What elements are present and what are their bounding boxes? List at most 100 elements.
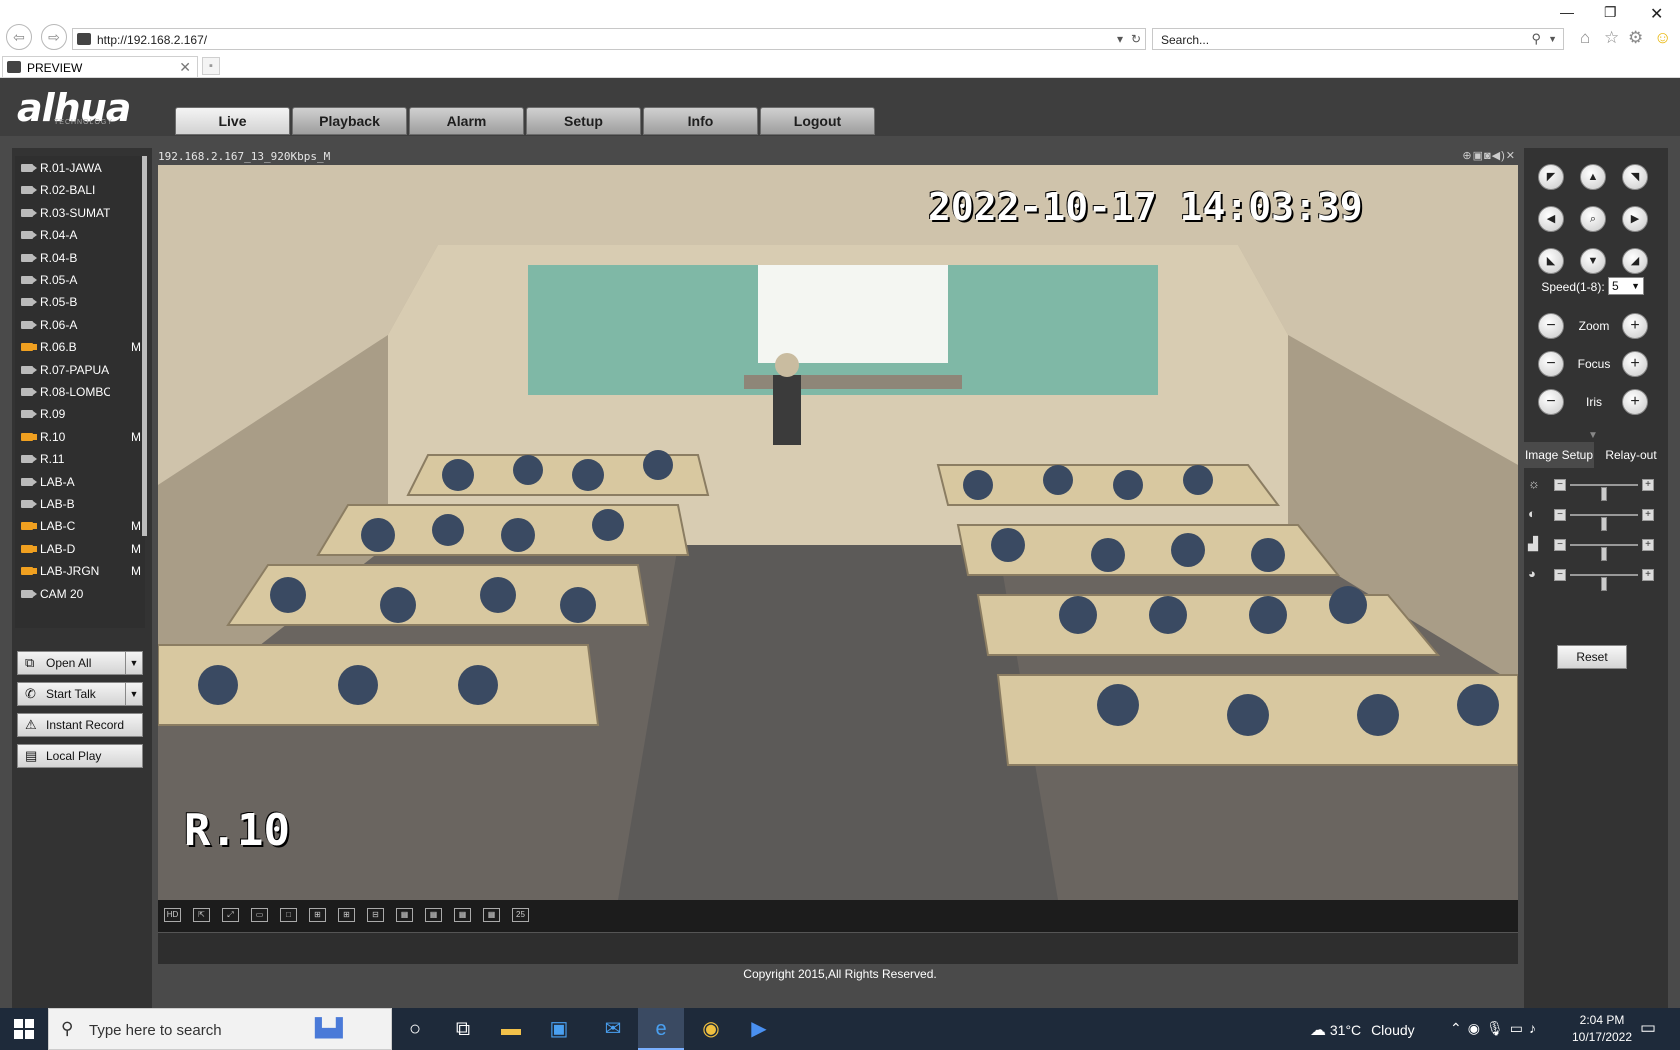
brightness-plus-button[interactable]: + (1642, 479, 1654, 491)
camera-list-item[interactable]: R.11 (19, 449, 145, 469)
saturation-minus-button[interactable]: − (1554, 539, 1566, 551)
contrast-slider[interactable] (1570, 514, 1638, 531)
tab-logout[interactable]: Logout (760, 107, 875, 135)
iris-plus-button[interactable]: + (1622, 389, 1648, 415)
camera-list-scrollbar[interactable] (142, 156, 147, 536)
tab-relay-out[interactable]: Relay-out (1596, 442, 1666, 468)
camera-list-item[interactable]: R.03-SUMATE (19, 203, 145, 223)
iris-minus-button[interactable]: − (1538, 389, 1564, 415)
record-icon[interactable]: ◉ (1468, 1020, 1486, 1036)
tab-alarm[interactable]: Alarm (409, 107, 524, 135)
fit-icon[interactable]: ⇱ (193, 908, 210, 922)
ptz-down-left-icon[interactable]: ◣ (1538, 248, 1564, 274)
saturation-thumb[interactable] (1601, 547, 1607, 561)
contrast-plus-button[interactable]: + (1642, 509, 1654, 521)
brightness-minus-button[interactable]: − (1554, 479, 1566, 491)
cortana-icon[interactable]: ○ (392, 1008, 438, 1050)
speed-select[interactable]: 5 ▼ (1608, 277, 1644, 295)
refresh-icon[interactable]: ↻ (1131, 32, 1141, 46)
volume-icon[interactable]: ♪ (1529, 1020, 1542, 1036)
camera-list-item[interactable]: R.04-B (19, 248, 145, 268)
camera-list-item[interactable]: R.06.B M (19, 337, 145, 357)
live-video-feed[interactable]: 2022-10-17 14:03:39 R.10 (158, 165, 1518, 900)
fullscreen-icon[interactable]: ⤢ (222, 908, 239, 922)
smiley-feedback-icon[interactable]: ☺ (1654, 28, 1671, 48)
open-all-dropdown-icon[interactable]: ▼ (125, 652, 142, 674)
focus-plus-button[interactable]: + (1622, 351, 1648, 377)
layout-9-icon[interactable]: ▦ (396, 908, 413, 922)
layout-4-icon[interactable]: ⊞ (309, 908, 326, 922)
weather-widget[interactable]: ☁ 31°C Cloudy (1310, 1020, 1415, 1040)
layout-1-icon[interactable]: □ (280, 908, 297, 922)
file-explorer-icon[interactable]: ▬ (488, 1008, 534, 1050)
settings-gear-icon[interactable]: ⚙ (1628, 28, 1643, 48)
layout-25-icon[interactable]: 25 (512, 908, 529, 922)
camera-list-item[interactable]: R.04-A (19, 225, 145, 245)
taskbar-search-input[interactable]: ⚲ Type here to search ▙▟ (48, 1008, 392, 1050)
camera-list-item[interactable]: R.01-JAWA (19, 158, 145, 178)
camera-list-item[interactable]: R.05-A (19, 270, 145, 290)
instant-record-button[interactable]: ⚠ Instant Record (17, 713, 143, 737)
tab-playback[interactable]: Playback (292, 107, 407, 135)
network-icon[interactable]: ▭ (1510, 1020, 1529, 1036)
layout-wide-icon[interactable]: ▭ (251, 908, 268, 922)
hue-slider[interactable] (1570, 574, 1638, 591)
camera-list-item[interactable]: R.10 M (19, 427, 145, 447)
camera-list-item[interactable]: R.07-PAPUA (19, 360, 145, 380)
address-dropdown-icon[interactable]: ▾ (1117, 32, 1123, 46)
ptz-up-right-icon[interactable]: ◥ (1622, 164, 1648, 190)
mic-icon[interactable]: 🎙 (1486, 1020, 1510, 1036)
chevron-up-icon[interactable]: ⌃ (1450, 1020, 1468, 1036)
layout-20-icon[interactable]: ▦ (483, 908, 500, 922)
browser-tab-preview[interactable]: PREVIEW ✕ (2, 56, 198, 77)
internet-explorer-icon[interactable]: e (638, 1008, 684, 1050)
camera-list-item[interactable]: R.02-BALI (19, 180, 145, 200)
search-icon[interactable]: ⚲ (1531, 31, 1541, 47)
brightness-thumb[interactable] (1601, 487, 1607, 501)
chrome-icon[interactable]: ◉ (688, 1008, 734, 1050)
search-dropdown-icon[interactable]: ▼ (1548, 34, 1557, 44)
ptz-down-right-icon[interactable]: ◢ (1622, 248, 1648, 274)
hue-plus-button[interactable]: + (1642, 569, 1654, 581)
taskbar-clock[interactable]: 2:04 PM 10/17/2022 (1565, 1012, 1639, 1046)
camera-list-item[interactable]: CAM 20 (19, 584, 145, 604)
system-tray[interactable]: ⌃◉🎙▭♪ (1450, 1020, 1542, 1037)
zoom-app-icon[interactable]: ▶ (736, 1008, 782, 1050)
zoom-out-button[interactable]: − (1538, 313, 1564, 339)
new-tab-icon[interactable]: ▪ (202, 57, 220, 75)
ptz-left-icon[interactable]: ◀ (1538, 206, 1564, 232)
windows-start-icon[interactable] (14, 1019, 34, 1039)
tab-info[interactable]: Info (643, 107, 758, 135)
store-icon[interactable]: ▣ (536, 1008, 582, 1050)
notification-icon[interactable]: ▭ (1640, 1018, 1656, 1038)
tab-close-icon[interactable]: ✕ (179, 59, 191, 76)
task-view-icon[interactable]: ⧉ (440, 1008, 486, 1050)
ptz-up-icon[interactable]: ▲ (1580, 164, 1606, 190)
camera-list-item[interactable]: R.08-LOMBOK (19, 382, 145, 402)
hue-minus-button[interactable]: − (1554, 569, 1566, 581)
tab-setup[interactable]: Setup (526, 107, 641, 135)
contrast-thumb[interactable] (1601, 517, 1607, 531)
camera-list-item[interactable]: LAB-JRGN M (19, 561, 145, 581)
camera-list-item[interactable]: LAB-D M (19, 539, 145, 559)
ptz-down-icon[interactable]: ▼ (1580, 248, 1606, 274)
ptz-right-icon[interactable]: ▶ (1622, 206, 1648, 232)
back-icon[interactable]: ⇦ (6, 24, 32, 50)
open-all-button[interactable]: ⧉ Open All ▼ (17, 651, 143, 675)
favorites-star-icon[interactable]: ☆ (1604, 28, 1619, 48)
contrast-minus-button[interactable]: − (1554, 509, 1566, 521)
ptz-up-left-icon[interactable]: ◤ (1538, 164, 1564, 190)
start-talk-dropdown-icon[interactable]: ▼ (125, 683, 142, 705)
mail-icon[interactable]: ✉ (590, 1008, 636, 1050)
camera-list-item[interactable]: LAB-B (19, 494, 145, 514)
restore-icon[interactable]: ❐ (1604, 4, 1617, 21)
layout-8-icon[interactable]: ⊟ (367, 908, 384, 922)
hd-icon[interactable]: HD (164, 908, 181, 922)
tab-image-setup[interactable]: Image Setup (1524, 442, 1594, 468)
browser-search-input[interactable]: Search... ⚲ ▼ (1152, 28, 1564, 50)
home-icon[interactable]: ⌂ (1580, 28, 1590, 48)
camera-list-item[interactable]: R.05-B (19, 292, 145, 312)
layout-16-icon[interactable]: ▦ (454, 908, 471, 922)
layout-6-icon[interactable]: ⊞ (338, 908, 355, 922)
zoom-in-button[interactable]: + (1622, 313, 1648, 339)
